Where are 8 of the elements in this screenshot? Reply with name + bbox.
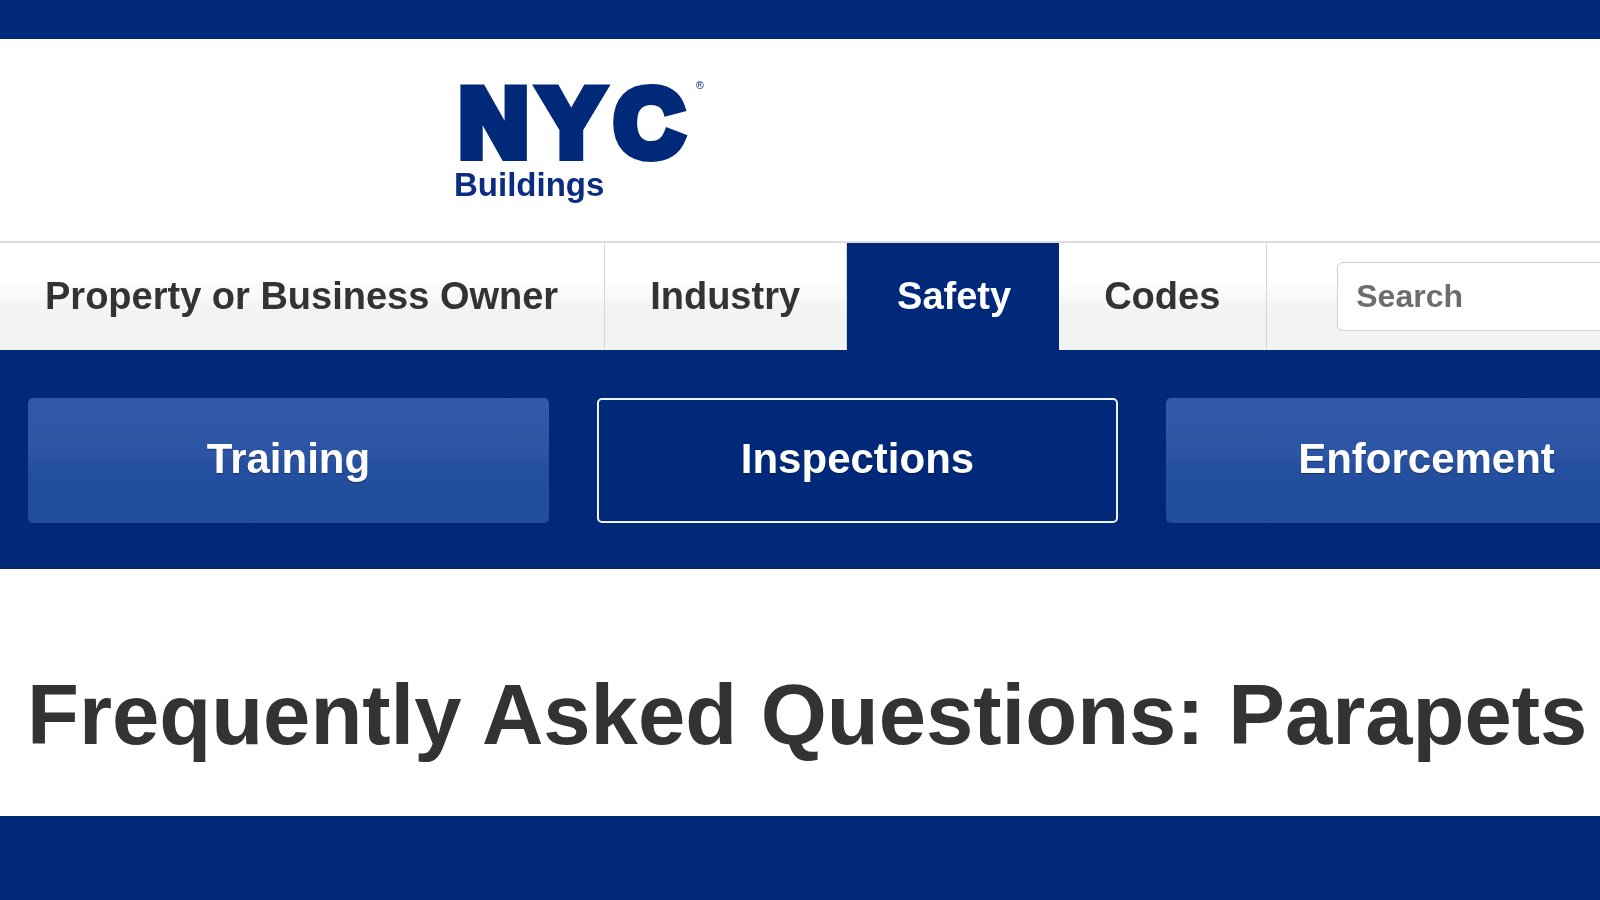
section-button[interactable]: Training [28,398,549,523]
section-button[interactable]: Enforcement [1166,398,1600,523]
page-title: Frequently Asked Questions: Parapets [27,666,1588,764]
section-button[interactable]: Inspections [597,398,1118,523]
search-field[interactable]: Search [1337,262,1600,331]
registered-mark: ® [695,80,704,91]
nav-tab[interactable]: Safety [847,243,1060,350]
logo-subtitle[interactable]: Buildings [454,165,605,204]
